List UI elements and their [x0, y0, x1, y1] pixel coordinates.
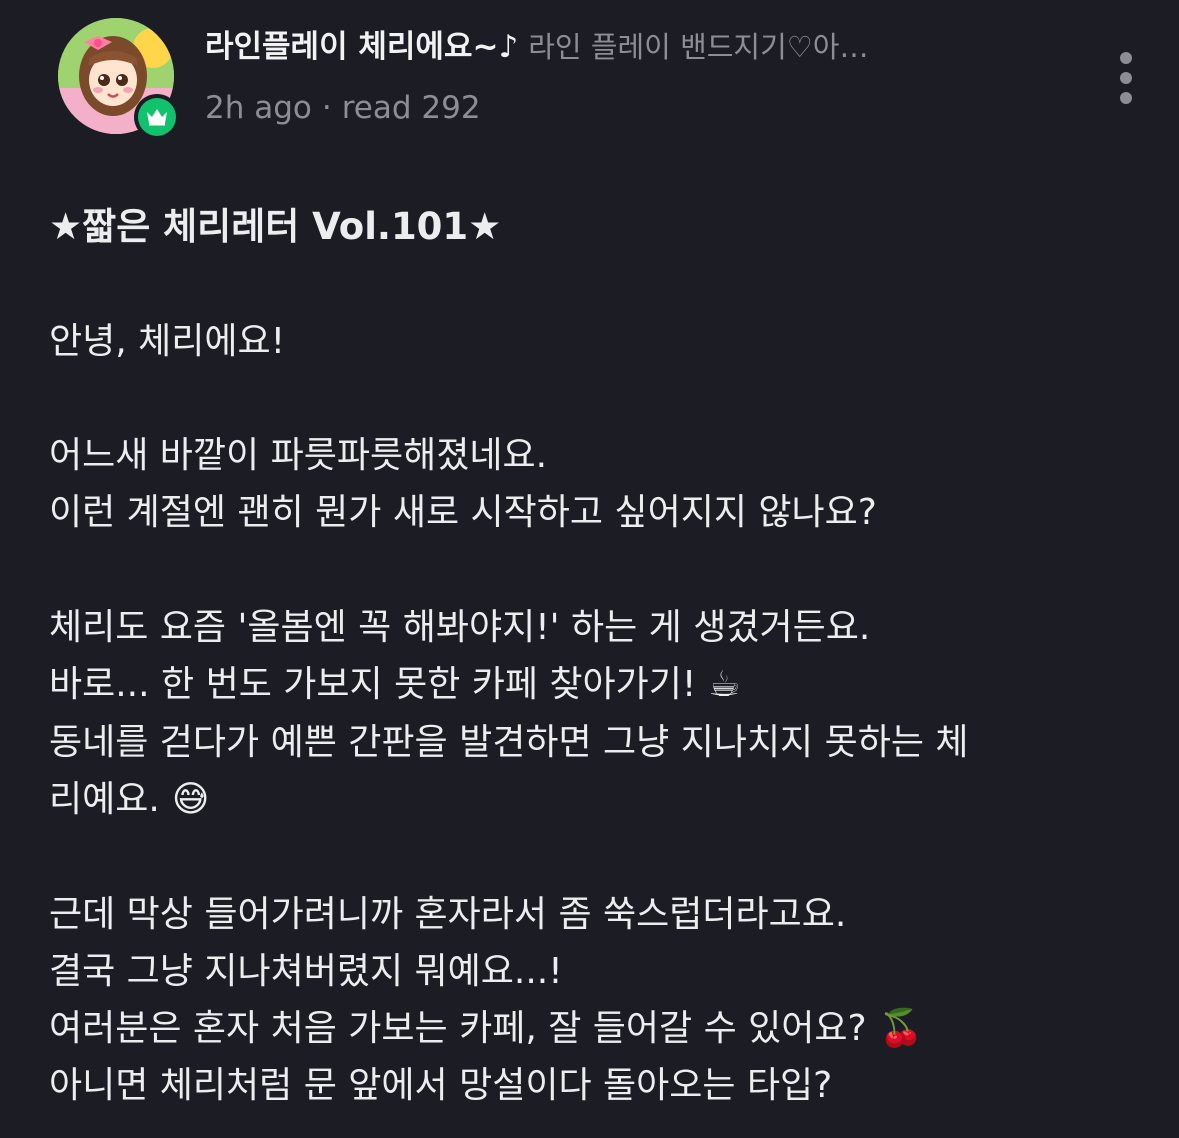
body-line: 이런 계절엔 괜히 뭔가 새로 시작하고 싶어지지 않나요?	[49, 492, 877, 534]
meta-separator: ·	[321, 90, 332, 126]
admin-badge	[134, 94, 180, 140]
coffee-icon: ☕	[708, 664, 741, 706]
post-meta: 2h ago · read 292	[205, 86, 481, 130]
author-name[interactable]: 라인플레이 체리에요~♪	[205, 29, 518, 65]
post-time: 2h ago	[205, 90, 312, 126]
body-line: 동네를 걷다가 예쁜 간판을 발견하면 그냥 지나치지 못하는 체	[49, 721, 969, 763]
body-line-text: 여러분은 혼자 처음 가보는 카페, 잘 들어갈 수 있어요?	[49, 1008, 867, 1050]
more-dot	[1120, 72, 1132, 84]
body-line: 아니면 체리처럼 문 앞에서 망설이다 돌아오는 타입?	[49, 1065, 833, 1107]
author-avatar-wrap[interactable]	[58, 18, 180, 140]
sweat-smile-icon: 😅	[171, 778, 210, 820]
body-line: 체리도 요즘 '올봄엔 꼭 해봐야지!' 하는 게 생겼거든요.	[49, 607, 871, 649]
body-line-text: 바로... 한 번도 가보지 못한 카페 찾아가기!	[49, 664, 697, 706]
author-line: 라인플레이 체리에요~♪ 라인 플레이 밴드지기♡아…	[205, 24, 1085, 70]
cherries-icon: 🍒	[878, 1008, 924, 1050]
badge-circle	[138, 98, 176, 136]
crown-icon	[147, 109, 167, 126]
body-line: 안녕, 체리에요!	[49, 320, 286, 362]
more-dot	[1120, 52, 1132, 64]
post-body: ★짧은 체리레터 Vol.101★ 안녕, 체리에요! 어느새 바깥이 파릇파릇…	[49, 198, 1149, 1115]
post-header: 라인플레이 체리에요~♪ 라인 플레이 밴드지기♡아… 2h ago · read 2…	[0, 0, 1179, 150]
band-name[interactable]: 라인 플레이 밴드지기♡아…	[528, 30, 868, 64]
more-vertical-icon[interactable]	[1104, 46, 1148, 110]
read-count: read 292	[341, 90, 481, 126]
more-dot	[1120, 92, 1132, 104]
body-line-with-emoji: 리예요. 😅	[49, 771, 1149, 828]
body-line-with-emoji: 여러분은 혼자 처음 가보는 카페, 잘 들어갈 수 있어요? 🍒	[49, 1000, 1149, 1057]
body-line: 결국 그냥 지나쳐버렸지 뭐예요...!	[49, 950, 563, 992]
post-title: ★짧은 체리레터 Vol.101★	[49, 205, 502, 248]
body-line: 어느새 바깥이 파릇파릇해졌네요.	[49, 435, 548, 477]
body-line: 근데 막상 들어가려니까 혼자라서 좀 쑥스럽더라고요.	[49, 893, 847, 935]
body-line-text: 리예요.	[49, 778, 160, 820]
body-line-with-emoji: 바로... 한 번도 가보지 못한 카페 찾아가기! ☕	[49, 656, 1149, 713]
